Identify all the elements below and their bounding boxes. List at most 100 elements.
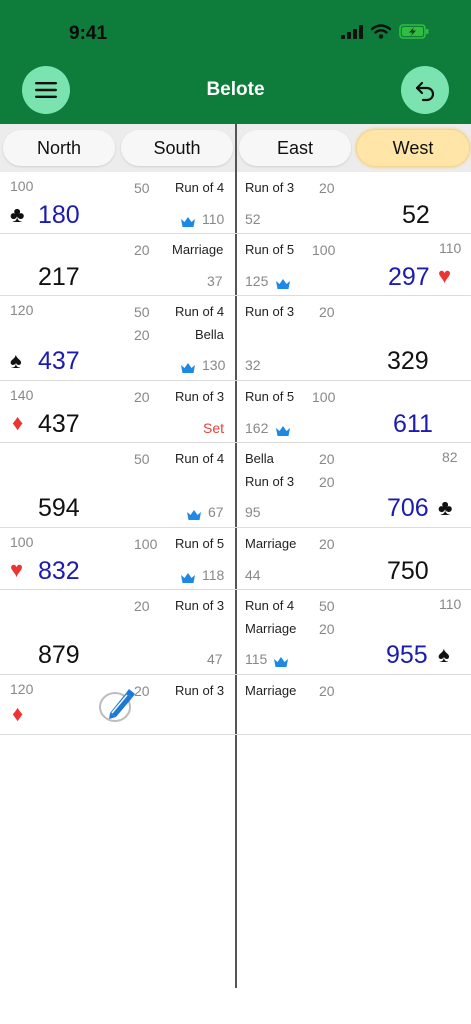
running-total: 832	[38, 557, 80, 585]
running-total: 437	[38, 347, 80, 375]
running-total: 706	[387, 494, 429, 522]
round-points: 95	[245, 504, 261, 520]
bonus-label: Run of 5	[245, 242, 295, 257]
crown-icon	[181, 569, 195, 587]
bonus-points: 100	[312, 242, 336, 258]
bonus-label: Marriage	[245, 621, 297, 636]
bonus-points: 20	[134, 389, 150, 405]
running-total: 329	[387, 347, 429, 375]
bonus-points: 20	[319, 451, 335, 467]
team-points: 115	[245, 651, 268, 667]
score-row[interactable]: 20 Run of 3 879 47 Run of 4 50 110 Marri…	[0, 590, 471, 675]
app-header: 9:41 Belote	[0, 0, 471, 124]
running-total: 437	[38, 410, 80, 438]
team-points: 162	[245, 420, 269, 436]
score-row[interactable]: 140 20 Run of 3 ♦ 437 Set Run of 5 100 1…	[0, 381, 471, 443]
crown-icon	[276, 275, 290, 293]
bonus-label: Run of 3	[175, 389, 225, 404]
bonus-label: Marriage	[172, 242, 224, 257]
running-total: 217	[38, 263, 80, 291]
round-points: 44	[245, 567, 261, 583]
signal-icon	[341, 24, 363, 39]
bonus-points: 20	[134, 327, 150, 343]
crown-icon	[274, 653, 288, 671]
bonus-label: Run of 5	[245, 389, 295, 404]
heart-icon: ♥	[438, 263, 452, 288]
round-points: 47	[207, 651, 223, 667]
tab-west[interactable]: West	[357, 130, 469, 166]
bonus-label: Run of 4	[175, 180, 225, 195]
running-total: 297	[388, 263, 430, 291]
bonus-points: 20	[134, 598, 150, 614]
bonus-points: 50	[134, 180, 150, 196]
bonus-label: Run of 3	[245, 474, 295, 489]
score-row[interactable]: 50 Run of 4 594 67 Bella 20 82 Run of 3 …	[0, 443, 471, 528]
set-badge: Set	[203, 420, 225, 436]
bonus-points: 100	[312, 389, 336, 405]
crown-icon	[181, 359, 195, 377]
round-points: 52	[245, 211, 261, 227]
bonus-label: Marriage	[245, 536, 297, 551]
undo-icon	[415, 81, 435, 102]
points-right: 110	[439, 596, 462, 612]
undo-button[interactable]	[401, 66, 449, 114]
team-points: 118	[202, 567, 225, 583]
bonus-label: Run of 3	[175, 598, 225, 613]
bonus-points: 20	[319, 536, 335, 552]
score-row[interactable]: 120 50 Run of 4 20 Bella ♠ 437 130 Run o…	[0, 296, 471, 381]
club-icon: ♣	[10, 202, 25, 227]
score-row[interactable]: 100 50 Run of 4 ♣ 180 110 Run of 3 20 52…	[0, 172, 471, 234]
crown-icon	[276, 422, 290, 440]
running-total: 180	[38, 201, 80, 229]
team-points: 110	[202, 211, 225, 227]
bonus-label: Bella	[195, 327, 224, 342]
score-row[interactable]: 100 100 Run of 5 ♥ 832 118 Marriage 20 4…	[0, 528, 471, 590]
diamond-icon: ♦	[12, 410, 24, 435]
bonus-points: 50	[319, 598, 335, 614]
bonus-points: 20	[134, 242, 150, 258]
tab-south[interactable]: South	[121, 130, 233, 166]
bonus-points: 20	[319, 683, 335, 699]
round-points: 37	[207, 273, 223, 289]
club-icon: ♣	[438, 495, 453, 520]
bonus-label: Marriage	[245, 683, 297, 698]
diamond-icon: ♦	[12, 701, 24, 726]
edit-pen-button[interactable]	[96, 683, 138, 725]
crown-icon	[187, 506, 201, 524]
bonus-points: 20	[319, 180, 335, 196]
running-total: 594	[38, 494, 80, 522]
running-total: 611	[393, 410, 433, 438]
spade-icon: ♠	[438, 642, 450, 667]
bonus-label: Run of 5	[175, 536, 225, 551]
running-total: 955	[386, 641, 428, 669]
tab-east[interactable]: East	[239, 130, 351, 166]
wifi-icon	[371, 24, 391, 39]
points-left: 120	[10, 681, 34, 697]
bonus-label: Run of 3	[245, 180, 295, 195]
team-points: 125	[245, 273, 269, 289]
bonus-label: Run of 4	[245, 598, 295, 613]
bonus-points: 20	[319, 621, 335, 637]
bonus-points: 100	[134, 536, 158, 552]
score-row[interactable]: 20 Marriage 217 37 Run of 5 100 110 125 …	[0, 234, 471, 296]
running-total: 750	[387, 557, 429, 585]
status-time: 9:41	[69, 23, 108, 44]
tab-north[interactable]: North	[3, 130, 115, 166]
pen-icon	[99, 689, 135, 722]
points-right: 110	[439, 240, 462, 256]
bonus-points: 50	[134, 304, 150, 320]
team-points: 130	[202, 357, 226, 373]
bonus-label: Bella	[245, 451, 274, 466]
points-right: 82	[442, 449, 458, 465]
bonus-points: 20	[319, 304, 335, 320]
bonus-label: Run of 4	[175, 451, 225, 466]
bonus-label: Run of 4	[175, 304, 225, 319]
crown-icon	[181, 213, 195, 231]
status-icons	[341, 24, 429, 39]
bonus-points: 20	[319, 474, 335, 490]
round-points: 32	[245, 357, 261, 373]
running-total: 52	[402, 201, 430, 229]
bonus-label: Run of 3	[175, 683, 225, 698]
points-left: 100	[10, 534, 34, 550]
score-row[interactable]: 120 20 Run of 3 ♦ Marriage 20	[0, 675, 471, 735]
